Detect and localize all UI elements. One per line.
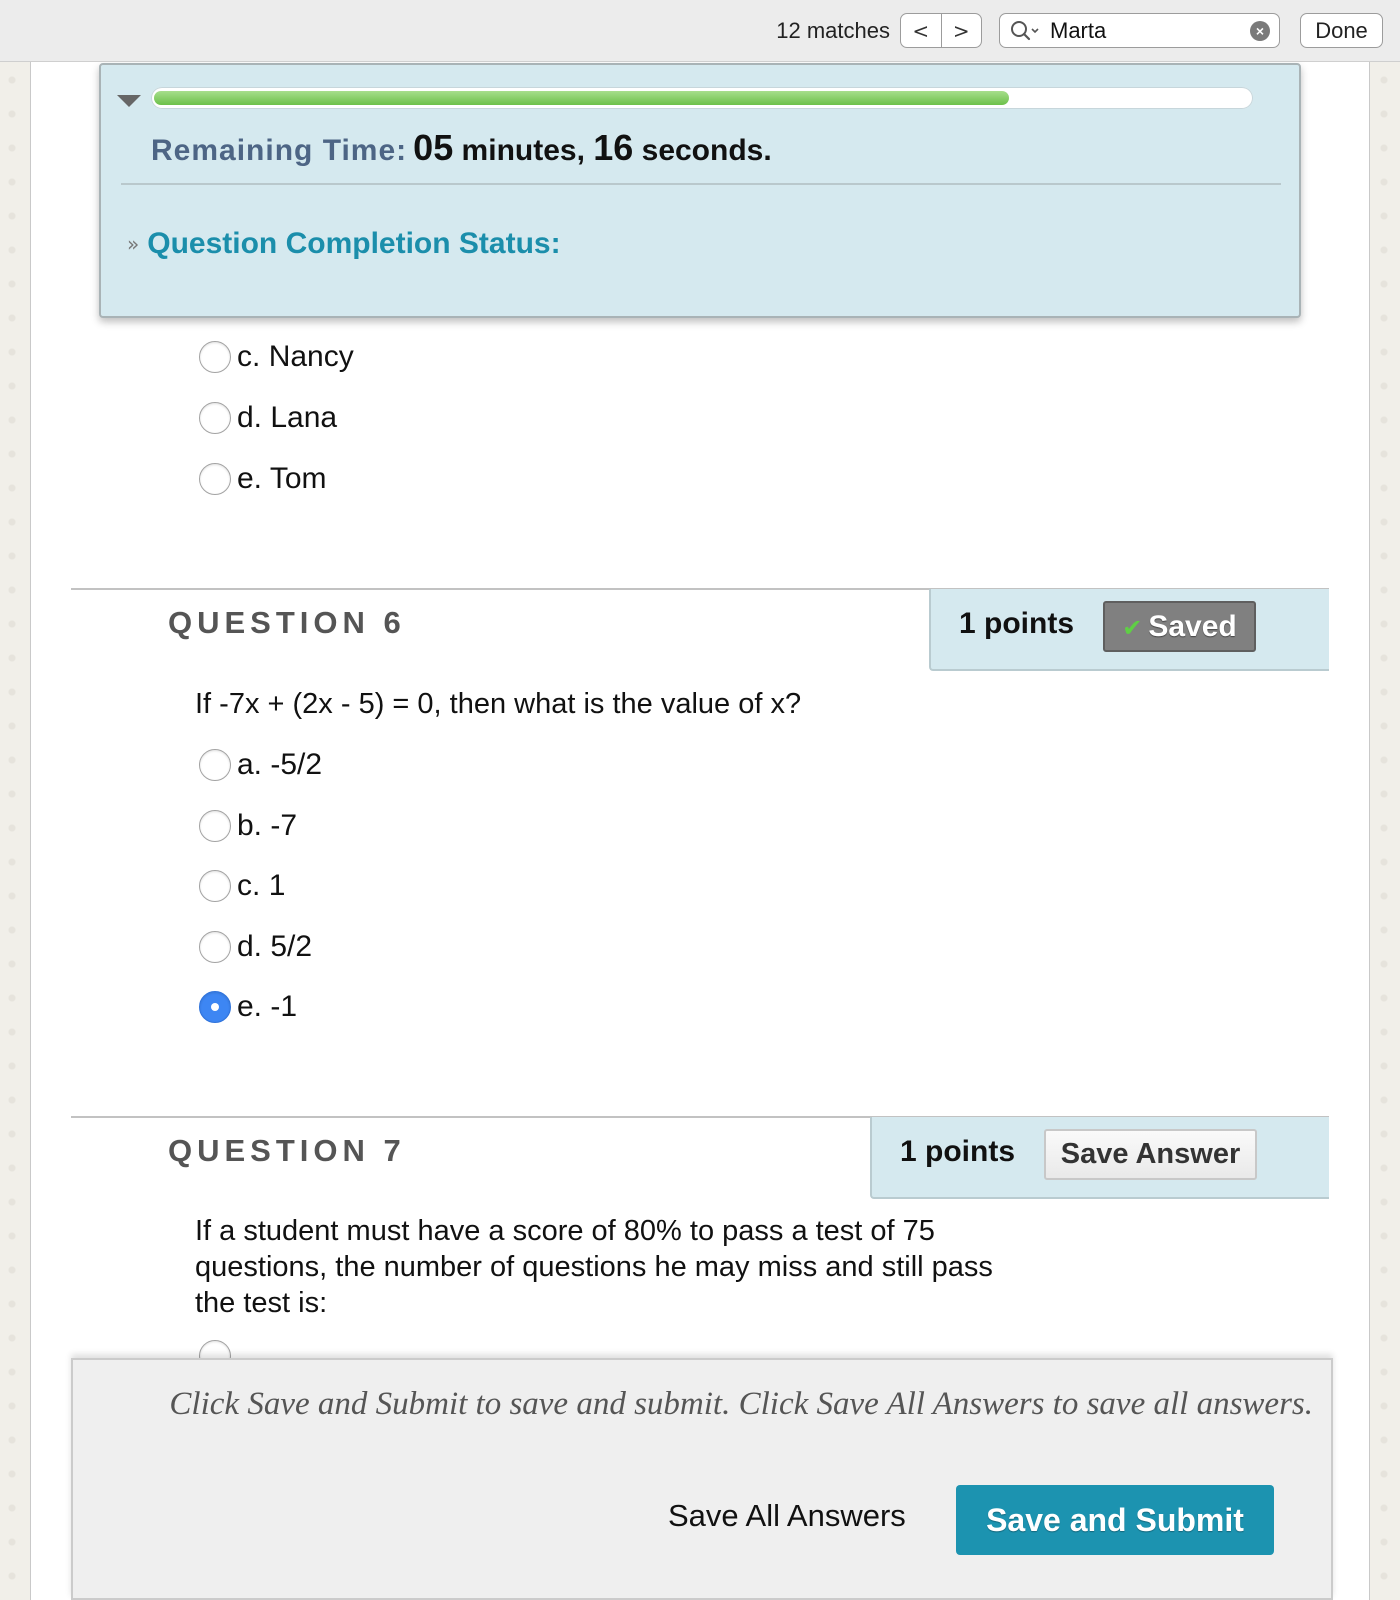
radio-button-selected[interactable]	[199, 991, 231, 1023]
option-b[interactable]: b. -7	[199, 808, 297, 844]
question-6-title: QUESTION 6	[168, 605, 406, 640]
radio-button[interactable]	[199, 931, 231, 963]
option-label: b. -7	[237, 809, 298, 842]
option-label: c. Nancy	[237, 340, 354, 373]
match-count: 12 matches	[776, 18, 890, 43]
seconds-unit: seconds.	[633, 134, 772, 167]
radio-button[interactable]	[199, 749, 231, 781]
prompt-line: questions, the number of questions he ma…	[195, 1251, 993, 1283]
remaining-time-label: Remaining Time:	[151, 134, 408, 167]
submit-instructions: Click Save and Submit to save and submit…	[169, 1386, 1313, 1422]
question-6-prompt: If -7x + (2x - 5) = 0, then what is the …	[195, 688, 802, 720]
minutes-value: 05	[413, 127, 454, 168]
radio-button[interactable]	[199, 463, 231, 495]
saved-label: Saved	[1148, 610, 1237, 643]
question-6-points-box: 1 points ✔ Saved	[929, 589, 1329, 671]
save-and-submit-button[interactable]: Save and Submit	[956, 1485, 1274, 1555]
double-chevron-down-icon: »	[127, 232, 140, 256]
radio-button[interactable]	[199, 341, 231, 373]
option-label: d. Lana	[237, 401, 338, 434]
panel-divider	[121, 183, 1281, 185]
option-e[interactable]: e. Tom	[199, 461, 327, 497]
question-7-points: 1 points	[900, 1135, 1016, 1168]
collapse-triangle-icon[interactable]	[117, 95, 141, 107]
completion-status-label: Question Completion Status:	[147, 227, 561, 260]
question-7-prompt: If a student must have a score of 80% to…	[195, 1213, 993, 1321]
time-progress-fill	[154, 91, 1009, 105]
next-match-button[interactable]: >	[940, 14, 982, 47]
option-label: e. -1	[237, 990, 298, 1023]
radio-button[interactable]	[199, 402, 231, 434]
find-search-box[interactable]: ×	[999, 13, 1280, 48]
search-icon[interactable]	[1010, 20, 1046, 42]
question-6-points: 1 points	[959, 607, 1075, 640]
option-a[interactable]: a. -5/2	[199, 747, 322, 783]
option-label: e. Tom	[237, 462, 327, 495]
timer-panel: Remaining Time: 05 minutes, 16 seconds. »…	[99, 63, 1301, 318]
option-e[interactable]: e. -1	[199, 989, 297, 1025]
radio-button[interactable]	[199, 870, 231, 902]
check-icon: ✔	[1122, 614, 1143, 642]
remaining-time: Remaining Time: 05 minutes, 16 seconds.	[151, 127, 772, 169]
time-progress-bar	[151, 87, 1253, 109]
question-7-title: QUESTION 7	[168, 1133, 406, 1168]
question-completion-status-toggle[interactable]: » Question Completion Status:	[127, 227, 561, 261]
option-c[interactable]: c. Nancy	[199, 339, 354, 375]
saved-button[interactable]: ✔ Saved	[1103, 601, 1256, 652]
minutes-unit: minutes,	[453, 134, 594, 167]
option-d[interactable]: d. 5/2	[199, 929, 312, 965]
prompt-line: the test is:	[195, 1287, 328, 1319]
option-label: d. 5/2	[237, 930, 313, 963]
find-bar: 12 matches < > × Done	[0, 0, 1400, 62]
submit-bar: Click Save and Submit to save and submit…	[71, 1358, 1333, 1600]
previous-match-button[interactable]: <	[901, 14, 941, 47]
option-label: a. -5/2	[237, 748, 323, 781]
done-button[interactable]: Done	[1300, 13, 1383, 48]
prompt-line: If a student must have a score of 80% to…	[195, 1215, 935, 1247]
save-answer-button[interactable]: Save Answer	[1044, 1129, 1257, 1180]
match-navigation: < >	[900, 13, 982, 48]
option-c[interactable]: c. 1	[199, 868, 285, 904]
clear-search-icon[interactable]: ×	[1250, 21, 1270, 41]
radio-button[interactable]	[199, 810, 231, 842]
save-all-answers-button[interactable]: Save All Answers	[668, 1498, 906, 1534]
question-7-points-box: 1 points Save Answer	[870, 1117, 1329, 1199]
option-d[interactable]: d. Lana	[199, 400, 337, 436]
seconds-value: 16	[593, 127, 634, 168]
option-label: c. 1	[237, 869, 286, 902]
find-input[interactable]	[1050, 18, 1240, 44]
